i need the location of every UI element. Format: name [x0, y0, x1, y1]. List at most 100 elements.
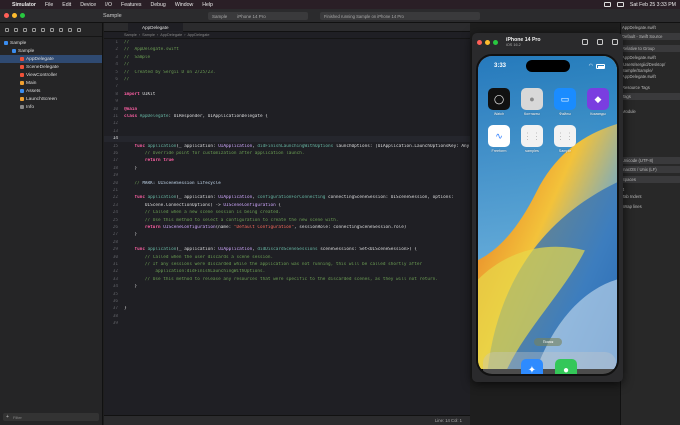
- inspector-row[interactable]: Relative to Group: [621, 45, 680, 52]
- line-number: 2: [115, 47, 118, 53]
- menu-features[interactable]: Features: [121, 2, 141, 8]
- code-token: "Default Configuration": [233, 225, 295, 230]
- issue-icon[interactable]: [41, 27, 45, 32]
- jump-bar-segment[interactable]: AppDelegate: [188, 33, 210, 37]
- line-number: 19: [112, 173, 118, 179]
- app-sample[interactable]: ⋮⋮ Sample: [554, 125, 576, 153]
- code-token: UIKit: [139, 91, 156, 97]
- line-number: 6: [115, 77, 118, 82]
- inspector-row[interactable]: Tags: [621, 93, 680, 100]
- nav-item-label: AppDelegate: [26, 56, 54, 62]
- code-token: //: [124, 180, 143, 186]
- test-icon[interactable]: [50, 27, 54, 32]
- menu-file[interactable]: File: [45, 2, 53, 8]
- find-icon[interactable]: [32, 27, 36, 32]
- source-control-icon[interactable]: [14, 27, 18, 32]
- nav-item[interactable]: ViewController: [0, 71, 102, 79]
- nav-item[interactable]: Main: [0, 79, 102, 87]
- nav-item[interactable]: Assets: [0, 87, 102, 95]
- control-center-icon[interactable]: [603, 2, 611, 7]
- line-text: // Called when a new scene session is be…: [124, 210, 281, 216]
- line-number: 10: [112, 106, 118, 112]
- line-number: 20: [112, 180, 118, 186]
- app-samples[interactable]: ⋮⋮ samples: [521, 125, 543, 153]
- inspector-row[interactable]: Spaces: [621, 176, 680, 183]
- code-line: 24 // Called when a new scene session is…: [104, 210, 470, 216]
- menu-simulator[interactable]: Simulator: [12, 2, 36, 8]
- tab-appdelegate[interactable]: AppDelegate: [128, 22, 183, 32]
- dock-safari-icon[interactable]: ✦: [521, 359, 543, 374]
- nav-item[interactable]: Info: [0, 103, 102, 111]
- dock-messages-icon[interactable]: ●: [555, 359, 577, 374]
- nav-item[interactable]: SceneDelegate: [0, 63, 102, 71]
- home-icon[interactable]: [582, 39, 588, 45]
- menu-window[interactable]: Window: [175, 2, 193, 8]
- code-line: 18 }: [104, 166, 470, 172]
- debug-icon[interactable]: [59, 27, 63, 32]
- app-freeform[interactable]: ∿ Freeform: [488, 125, 510, 153]
- simulator-os-version: iOS 16.2: [506, 43, 521, 47]
- code-token: {: [275, 202, 281, 208]
- plist-file-icon: [20, 105, 24, 109]
- zoom-window-button[interactable]: [20, 13, 25, 18]
- jump-bar-segment[interactable]: Sample: [142, 33, 155, 37]
- menu-bar-clock[interactable]: Sat Feb 25 3:33 PM: [630, 2, 676, 8]
- rotate-icon[interactable]: [612, 39, 618, 45]
- window-controls: [4, 13, 25, 18]
- symbol-icon[interactable]: [23, 27, 27, 32]
- app-файлы[interactable]: ▭ Файлы: [554, 88, 576, 116]
- code-token: launchOptions: [UIApplication.LaunchOpti…: [335, 143, 470, 149]
- jump-bar-segment[interactable]: AppDelegate: [160, 33, 182, 37]
- code-token: //: [124, 40, 130, 45]
- menu-edit[interactable]: Edit: [62, 2, 71, 8]
- menu-help[interactable]: Help: [202, 2, 213, 8]
- inspector-row[interactable]: macOS / Unix (LF): [621, 166, 680, 173]
- nav-item[interactable]: Sample: [0, 47, 102, 55]
- nav-item[interactable]: LaunchScreen: [0, 95, 102, 103]
- app-контакты[interactable]: ● Контакты: [521, 88, 543, 116]
- screenshot-icon[interactable]: [597, 39, 603, 45]
- line-number: 28: [112, 239, 118, 245]
- navigator-toolbar: [0, 23, 102, 37]
- code-token: }: [124, 165, 138, 171]
- folder-file-icon: [12, 49, 16, 53]
- simulator-minimize-button[interactable]: [485, 40, 490, 45]
- menu-device[interactable]: Device: [80, 2, 96, 8]
- battery-icon[interactable]: [616, 2, 624, 7]
- nav-item-label: Sample: [10, 40, 27, 46]
- code-line: 11 class AppDelegate: UIResponder, UIAppl…: [104, 114, 470, 120]
- simulator-close-button[interactable]: [477, 40, 482, 45]
- spotlight-search-pill[interactable]: Поиск: [534, 338, 562, 346]
- menu-debug[interactable]: Debug: [151, 2, 166, 8]
- scheme-selector[interactable]: Sample iPhone 14 Pro: [208, 12, 308, 20]
- app-watch[interactable]: ◯ Watch: [488, 88, 510, 116]
- add-file-icon[interactable]: +: [6, 414, 9, 420]
- iphone-screen[interactable]: 3:33 ◠ ◯ Watch ● Контакты ▭ Файлы ◆ Команды ∿ Fre…: [476, 54, 619, 376]
- folder-icon[interactable]: [5, 27, 9, 32]
- nav-item-label: SceneDelegate: [26, 64, 59, 70]
- breakpoint-icon[interactable]: [68, 27, 72, 32]
- report-icon[interactable]: [77, 27, 81, 32]
- navigator-filter[interactable]: + Filter: [3, 413, 99, 421]
- app-icon: ∿: [488, 125, 510, 147]
- code-line: 14: [104, 136, 470, 143]
- nav-item[interactable]: AppDelegate: [0, 55, 102, 63]
- inspector-row[interactable]: Default - Swift Source: [621, 33, 680, 40]
- inspector-row[interactable]: Unicode (UTF-8): [621, 157, 680, 164]
- code-token: UIApplication: [218, 143, 253, 149]
- line-text: }: [124, 232, 137, 238]
- simulator-window-controls: [477, 40, 498, 45]
- code-token: class: [124, 114, 138, 119]
- jump-bar-segment[interactable]: Sample: [124, 33, 137, 37]
- close-window-button[interactable]: [4, 13, 9, 18]
- app-label: Контакты: [524, 111, 540, 116]
- minimize-window-button[interactable]: [12, 13, 17, 18]
- app-команды[interactable]: ◆ Команды: [587, 88, 609, 116]
- code-area[interactable]: 1 // 2 // AppDelegate.swift 3 // Sample 4 // 5 //…: [104, 40, 470, 415]
- simulator-zoom-button[interactable]: [493, 40, 498, 45]
- menu-io[interactable]: I/O: [105, 2, 112, 8]
- code-token: // Sample: [124, 54, 151, 60]
- nav-item[interactable]: Sample: [0, 39, 102, 47]
- dock: ✦ ●: [483, 352, 616, 374]
- line-text: // Called when the user discards a scene…: [124, 255, 273, 261]
